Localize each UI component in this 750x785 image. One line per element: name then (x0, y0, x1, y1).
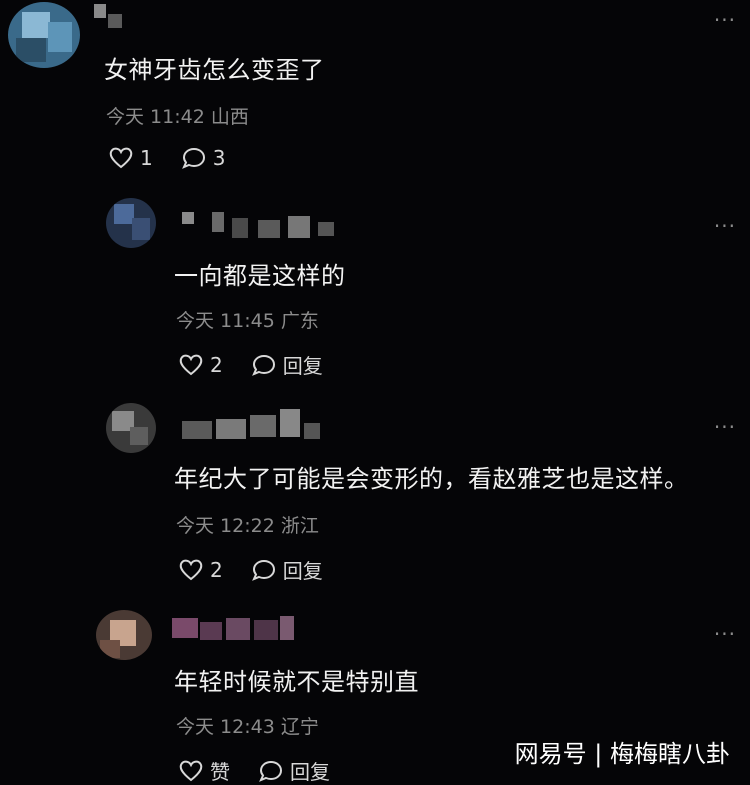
like-count: 2 (210, 352, 223, 377)
reply-button[interactable]: 回复 (251, 555, 323, 584)
avatar[interactable] (8, 2, 80, 68)
avatar[interactable] (96, 610, 152, 660)
comment-actions: 2 回复 (178, 555, 351, 584)
heart-outline-icon (109, 147, 133, 169)
like-button[interactable]: 2 (178, 353, 223, 377)
more-options-icon[interactable]: ··· (714, 8, 736, 32)
reply-button[interactable]: 回复 (251, 350, 323, 379)
more-options-icon[interactable]: ··· (714, 415, 736, 439)
comment-text: 一向都是这样的 (174, 262, 346, 290)
comment-meta: 今天 12:22 浙江 (176, 515, 319, 537)
comment-text: 年轻时候就不是特别直 (174, 668, 419, 696)
reply-label: 回复 (282, 559, 323, 583)
comment-reply: ··· 年纪大了可能是会变形的，看赵雅芝也是这样。 今天 12:22 浙江 2 … (0, 395, 750, 600)
reply-count: 3 (212, 146, 226, 170)
heart-outline-icon (179, 559, 203, 580)
like-count: 1 (140, 146, 153, 170)
comment-reply: ··· 一向都是这样的 今天 11:45 广东 2 回复 (0, 190, 750, 390)
comment-meta: 今天 12:43 辽宁 (176, 716, 319, 738)
reply-label: 回复 (282, 354, 323, 378)
avatar[interactable] (106, 198, 156, 248)
heart-outline-icon (179, 760, 203, 781)
comment-bubble-icon (181, 147, 205, 169)
more-options-icon[interactable]: ··· (714, 622, 736, 646)
comment-top-level: ··· 女神牙齿怎么变歪了 今天 11:42 山西 1 3 (0, 0, 750, 190)
avatar[interactable] (106, 403, 156, 453)
comment-actions: 2 回复 (178, 350, 351, 379)
comment-actions: 1 3 (108, 146, 253, 170)
comment-bubble-icon (251, 354, 275, 376)
comment-bubble-icon (251, 559, 275, 581)
reply-button[interactable]: 3 (181, 146, 226, 170)
like-button[interactable]: 2 (178, 558, 223, 582)
heart-outline-icon (179, 354, 203, 375)
comment-text: 女神牙齿怎么变歪了 (104, 56, 325, 84)
comment-meta: 今天 11:45 广东 (176, 310, 319, 332)
comment-meta: 今天 11:42 山西 (106, 106, 249, 128)
comment-text: 年纪大了可能是会变形的，看赵雅芝也是这样。 (174, 465, 689, 493)
like-button[interactable]: 1 (108, 146, 153, 170)
watermark: 网易号 | 梅梅瞎八卦 (514, 740, 730, 768)
more-options-icon[interactable]: ··· (714, 214, 736, 238)
comment-bubble-icon (259, 760, 283, 782)
like-count: 2 (210, 557, 223, 582)
